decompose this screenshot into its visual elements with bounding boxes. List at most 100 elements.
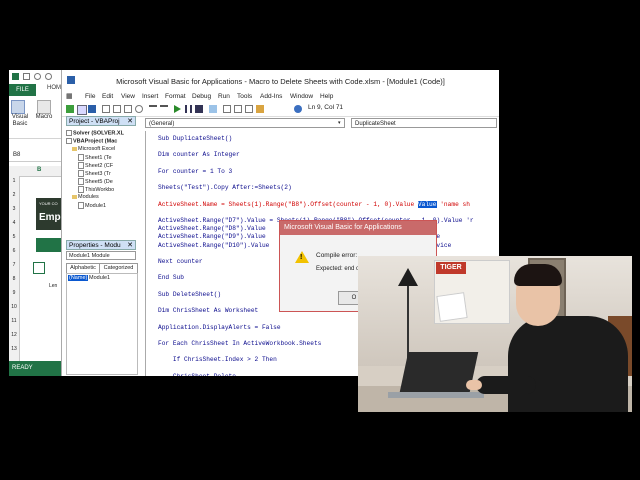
menu-tools[interactable]: Tools	[237, 93, 252, 100]
design-mode-icon[interactable]	[209, 105, 217, 113]
sheet-icon	[78, 178, 84, 185]
excel-quick-access-toolbar	[9, 70, 67, 84]
project-tree: Solver (SOLVER.XL VBAProject (Mac Microsof…	[66, 128, 136, 240]
property-name-value[interactable]: Module1	[89, 275, 110, 281]
undo-icon[interactable]	[149, 105, 157, 113]
tree-node[interactable]: Microsoft Excel	[72, 146, 115, 152]
visual-basic-icon[interactable]	[11, 100, 25, 114]
tree-node-label: ThisWorkbo	[85, 186, 115, 193]
tree-node[interactable]: Solver (SOLVER.XL	[66, 130, 124, 136]
object-browser-icon[interactable]	[245, 105, 253, 113]
menu-view[interactable]: View	[121, 93, 135, 100]
redo-icon[interactable]	[45, 73, 52, 80]
tree-node[interactable]: Sheet5 (De	[78, 178, 113, 185]
row-number[interactable]: 2	[9, 192, 19, 198]
row-number[interactable]: 5	[9, 234, 19, 240]
undo-icon[interactable]	[34, 73, 41, 80]
reset-icon[interactable]	[195, 105, 203, 113]
chevron-down-icon[interactable]: ▾	[338, 121, 343, 126]
object-combo[interactable]: (General) ▾	[145, 118, 345, 128]
find-icon[interactable]	[135, 105, 143, 113]
vbe-title: Microsoft Visual Basic for Applications …	[116, 77, 445, 86]
insert-module-icon[interactable]	[77, 105, 87, 115]
properties-window-icon[interactable]	[234, 105, 242, 113]
code-line-text: Sub DuplicateSheet()	[158, 135, 233, 142]
menu-file[interactable]: File	[85, 93, 95, 100]
close-icon[interactable]: ✕	[127, 241, 133, 251]
menu-format[interactable]: Format	[165, 93, 186, 100]
project-icon	[66, 138, 72, 144]
code-line-text: ActiveSheet.Range("D8").Value	[158, 225, 266, 233]
row-number[interactable]: 7	[9, 262, 19, 268]
row-number[interactable]: 12	[9, 332, 19, 338]
project-icon	[66, 130, 72, 136]
code-line: Sub DuplicateSheet()	[158, 135, 232, 142]
menu-insert[interactable]: Insert	[142, 93, 158, 100]
excel-app-icon	[12, 73, 19, 80]
view-excel-icon[interactable]	[66, 105, 74, 113]
save-icon[interactable]	[88, 105, 96, 113]
project-explorer-icon[interactable]	[223, 105, 231, 113]
property-row-name[interactable]: (Name) Module1	[67, 275, 137, 283]
tree-node[interactable]: VBAProject (Mac	[66, 138, 117, 144]
code-line-text: ActiveSheet.Name = Sheets(1).Range("B8")…	[158, 200, 418, 208]
menu-help[interactable]: Help	[320, 93, 333, 100]
procedure-combo[interactable]: DuplicateSheet	[351, 118, 497, 128]
visual-basic-button[interactable]: Visual Basic	[9, 114, 31, 128]
code-line: ActiveSheet.Range("D10").Value	[158, 242, 269, 249]
procedure-combo-value: DuplicateSheet	[355, 121, 396, 127]
menu-run[interactable]: Run	[218, 93, 230, 100]
help-icon[interactable]	[294, 105, 302, 113]
save-icon[interactable]	[23, 73, 30, 80]
redo-icon[interactable]	[160, 105, 168, 113]
laptop-base	[388, 392, 484, 398]
tree-node[interactable]: Sheet3 (Tr	[78, 170, 111, 177]
code-line: ActiveSheet.Name = Sheets(1).Range("B8")…	[158, 200, 470, 208]
tree-node[interactable]: Sheet1 (Te	[78, 154, 112, 161]
tree-node[interactable]: Module1	[78, 202, 106, 209]
tree-node[interactable]: Sheet2 (CF	[78, 162, 113, 169]
row-number[interactable]: 9	[9, 290, 19, 296]
excel-icon[interactable]: ▦	[66, 92, 73, 100]
vbe-menu-bar: ▦ File Edit View Insert Format Debug Run…	[62, 90, 499, 102]
macros-button[interactable]: Macro	[33, 114, 55, 121]
menu-add-ins[interactable]: Add-Ins	[260, 93, 282, 100]
close-icon[interactable]: ✕	[127, 117, 133, 127]
copy-icon[interactable]	[113, 105, 121, 113]
sheet-icon	[78, 186, 84, 193]
cut-icon[interactable]	[102, 105, 110, 113]
row-number[interactable]: 3	[9, 206, 19, 212]
active-cell-b8[interactable]	[33, 262, 45, 274]
tree-node[interactable]: Modules	[72, 194, 99, 200]
tree-node[interactable]: ThisWorkbo	[78, 186, 114, 193]
row-number[interactable]: 13	[9, 346, 19, 352]
row-number[interactable]: 4	[9, 220, 19, 226]
cursor-position: Ln 9, Col 71	[308, 104, 344, 111]
code-line-text: For Each ChrisSheet In ActiveWorkbook.Sh…	[158, 340, 322, 347]
properties-object-select[interactable]: Module1 Module	[66, 251, 136, 260]
run-icon[interactable]	[174, 105, 181, 113]
code-line-text: For counter = 1 To 3	[158, 167, 233, 175]
row-number[interactable]: 6	[9, 248, 19, 254]
row-number[interactable]: 8	[9, 276, 19, 282]
object-combo-value: (General)	[149, 121, 175, 127]
name-box[interactable]: B8	[9, 150, 67, 162]
row-number[interactable]: 11	[9, 318, 19, 324]
row-number[interactable]: 1	[9, 178, 19, 184]
column-b-header[interactable]: B	[37, 167, 41, 173]
tree-node-label: Modules	[78, 194, 99, 200]
code-line-text: Application.DisplayAlerts = False	[158, 323, 281, 331]
toolbox-icon[interactable]	[256, 105, 264, 113]
presenter-body	[508, 316, 628, 412]
home-tab[interactable]: HOM	[47, 85, 61, 91]
menu-debug[interactable]: Debug	[192, 93, 211, 100]
row-number[interactable]: 10	[9, 304, 19, 310]
paste-icon[interactable]	[124, 105, 132, 113]
vbe-toolbar	[62, 102, 499, 117]
code-line: Next counter	[158, 258, 203, 265]
macros-icon[interactable]	[37, 100, 51, 114]
file-tab[interactable]: FILE	[9, 84, 36, 96]
break-icon[interactable]	[185, 105, 192, 113]
menu-window[interactable]: Window	[290, 93, 313, 100]
menu-edit[interactable]: Edit	[102, 93, 113, 100]
